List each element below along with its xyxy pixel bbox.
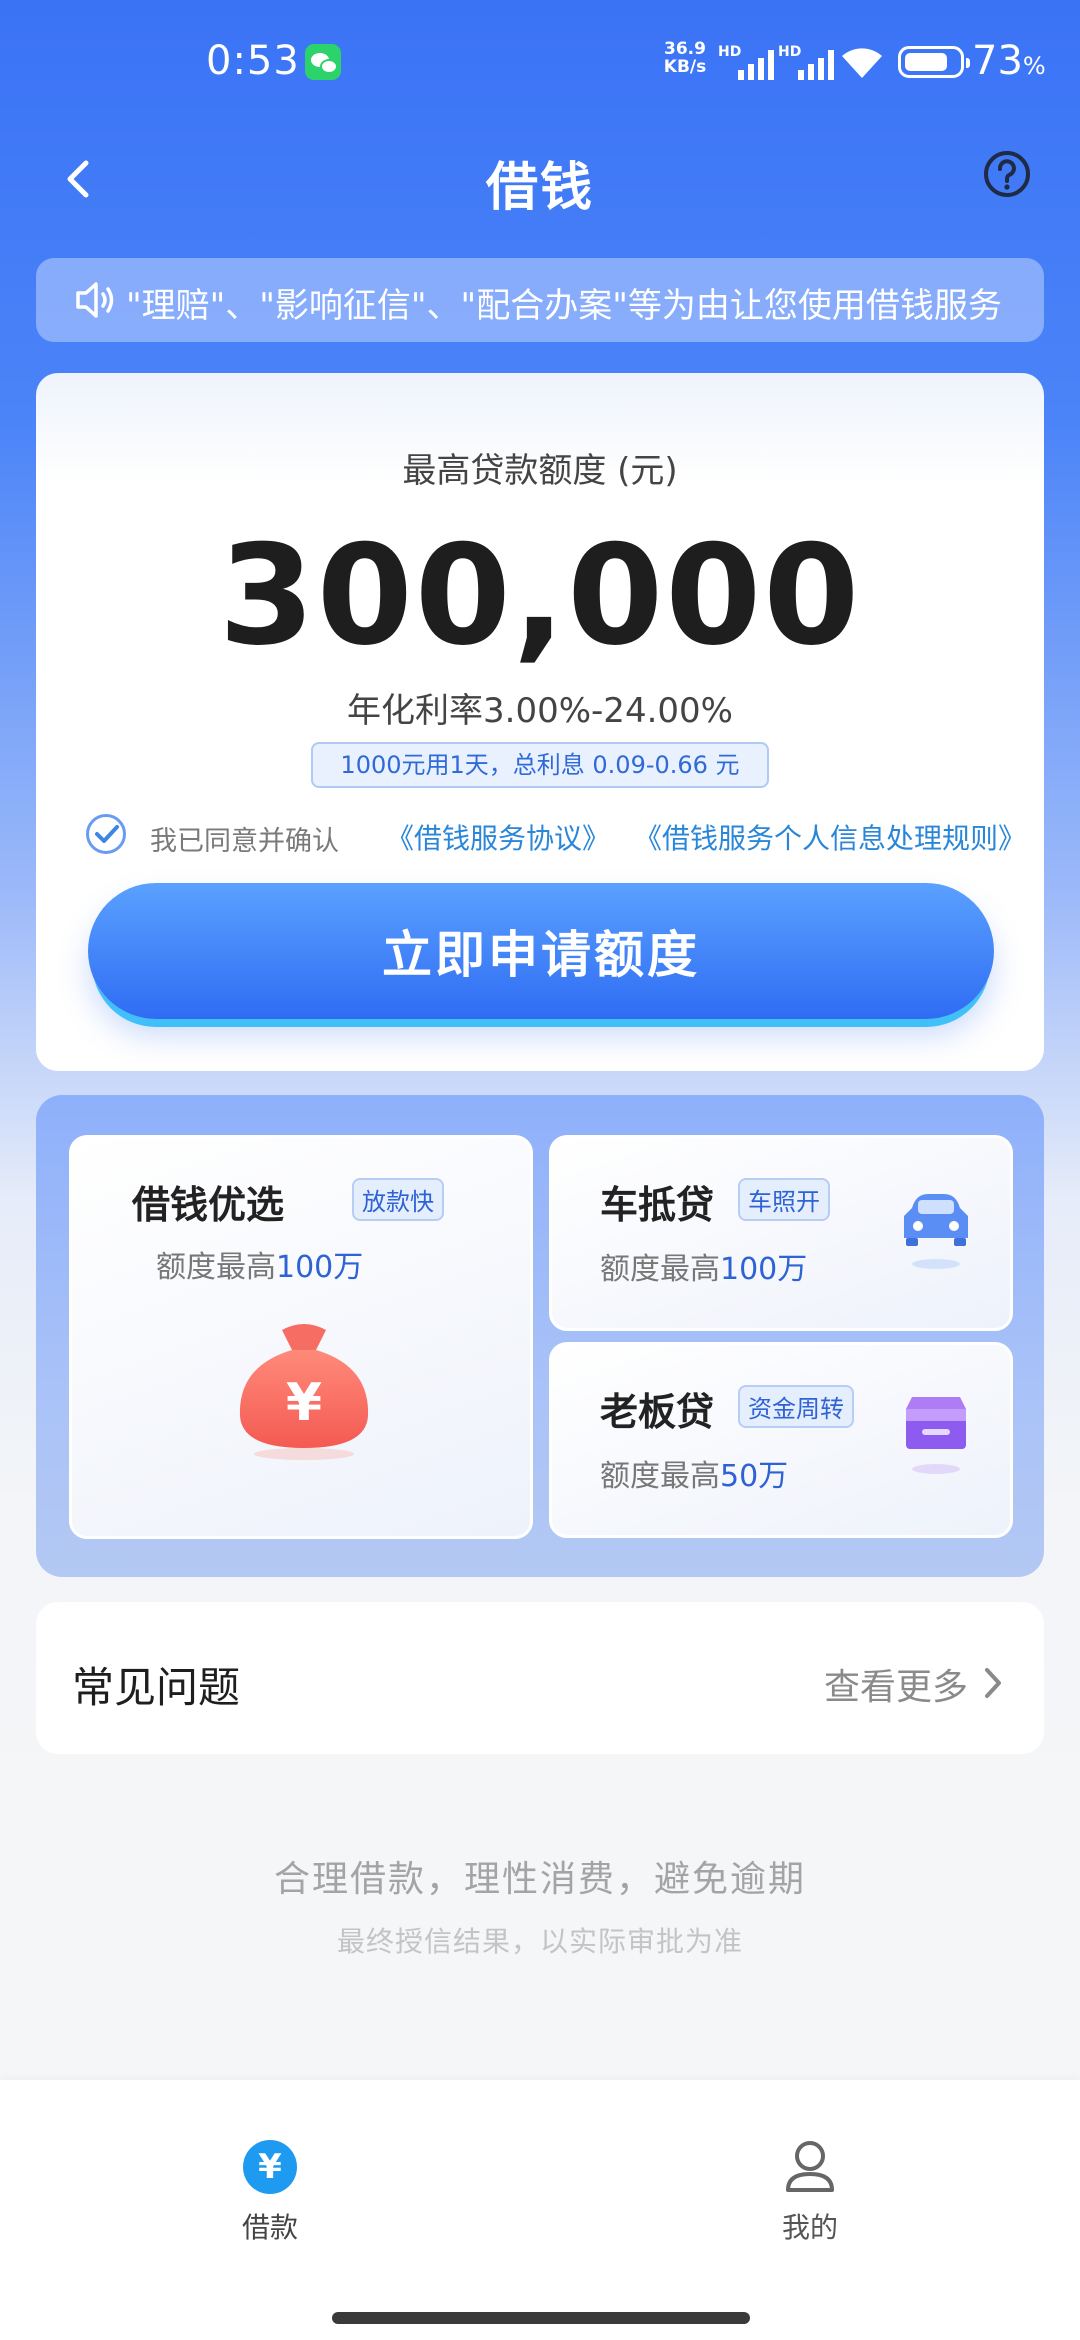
user-icon xyxy=(786,2141,834,2192)
limit-amount: 300,000 xyxy=(218,515,862,676)
product-card-boss-loan[interactable]: 老板贷 资金周转 额度最高50万 xyxy=(549,1342,1013,1538)
help-icon[interactable] xyxy=(982,149,1032,199)
speaker-icon xyxy=(76,282,114,318)
wifi-icon xyxy=(842,48,882,78)
service-agreement-link[interactable]: 《借钱服务协议》 xyxy=(386,817,610,857)
anti-fraud-notice-bar[interactable]: "理赔"、"影响征信"、"配合办案"等为由让您使用借钱服务 xyxy=(36,258,1044,342)
limit-label: 最高贷款额度 (元) xyxy=(402,451,678,491)
product-tag: 放款快 xyxy=(352,1178,444,1221)
responsible-borrowing-slogan: 合理借款，理性消费，避免逾期 xyxy=(273,1859,806,1900)
faq-section[interactable]: 常见问题 查看更多 xyxy=(36,1602,1044,1754)
product-card-car-loan[interactable]: 车抵贷 车照开 额度最高100万 xyxy=(549,1135,1013,1331)
privacy-rules-link[interactable]: 《借钱服务个人信息处理规则》 xyxy=(634,817,1026,857)
battery-icon xyxy=(898,46,970,78)
agreement-checkbox[interactable] xyxy=(86,814,126,854)
credit-limit-card: 最高贷款额度 (元) 300,000 年化利率3.00%-24.00% 1000… xyxy=(36,373,1044,1071)
network-speed: 36.9 KB/s xyxy=(663,39,707,77)
product-desc: 额度最高100万 xyxy=(600,1252,808,1287)
svg-text:¥: ¥ xyxy=(286,1373,322,1433)
notice-text: "理赔"、"影响征信"、"配合办案"等为由让您使用借钱服务 xyxy=(126,286,1002,326)
product-desc: 额度最高50万 xyxy=(600,1459,789,1494)
chevron-right-icon xyxy=(985,1668,1001,1698)
product-tag: 车照开 xyxy=(738,1178,830,1221)
product-card-jieqian-youxuan[interactable]: 借钱优选 放款快 额度最高100万 ¥ xyxy=(69,1135,533,1539)
nav-tab-loan[interactable]: ¥ 借款 xyxy=(190,2110,350,2244)
status-time: 0:53 xyxy=(206,38,300,84)
nav-tab-label: 我的 xyxy=(781,2211,838,2244)
car-icon xyxy=(904,1194,968,1269)
shop-icon xyxy=(906,1397,966,1474)
status-bar: 0:53 36.9 KB/s HD HD 73% xyxy=(0,0,1080,125)
faq-title: 常见问题 xyxy=(72,1663,241,1712)
agreement-prefix: 我已同意并确认 xyxy=(150,826,339,857)
sim2-signal-icon: HD xyxy=(778,44,834,80)
nav-tab-mine[interactable]: 我的 xyxy=(730,2110,890,2244)
product-name: 老板贷 xyxy=(600,1390,715,1434)
nav-tab-label: 借款 xyxy=(241,2211,298,2244)
home-indicator[interactable] xyxy=(332,2312,750,2324)
sim1-signal-icon: HD xyxy=(718,44,774,80)
money-bag-icon: ¥ xyxy=(239,1324,369,1460)
product-name: 借钱优选 xyxy=(132,1183,285,1227)
wechat-notification-icon xyxy=(305,44,341,80)
page-title: 借钱 xyxy=(485,158,594,218)
product-desc: 额度最高100万 xyxy=(156,1250,364,1285)
battery-percent: 73% xyxy=(972,38,1046,84)
bottom-navigation: ¥ 借款 我的 xyxy=(0,2080,1080,2340)
interest-example-badge: 1000元用1天，总利息 0.09-0.66 元 xyxy=(311,742,769,788)
view-more-link[interactable]: 查看更多 xyxy=(824,1658,968,1710)
product-name: 车抵贷 xyxy=(600,1183,715,1227)
yen-icon: ¥ xyxy=(243,2140,297,2194)
apply-limit-button[interactable]: 立即申请额度 xyxy=(88,883,994,1019)
check-icon xyxy=(95,825,119,843)
annual-rate-text: 年化利率3.00%-24.00% xyxy=(347,691,733,731)
product-tag: 资金周转 xyxy=(738,1385,854,1428)
loan-products-section: 借钱优选 放款快 额度最高100万 ¥ 车抵贷 车照开 额度最高100万 老板贷… xyxy=(36,1095,1044,1577)
agreement-row: 我已同意并确认 《借钱服务协议》 《借钱服务个人信息处理规则》 xyxy=(86,811,1026,861)
approval-disclaimer: 最终授信结果，以实际审批为准 xyxy=(336,1925,743,1958)
top-header: 借钱 xyxy=(0,125,1080,250)
